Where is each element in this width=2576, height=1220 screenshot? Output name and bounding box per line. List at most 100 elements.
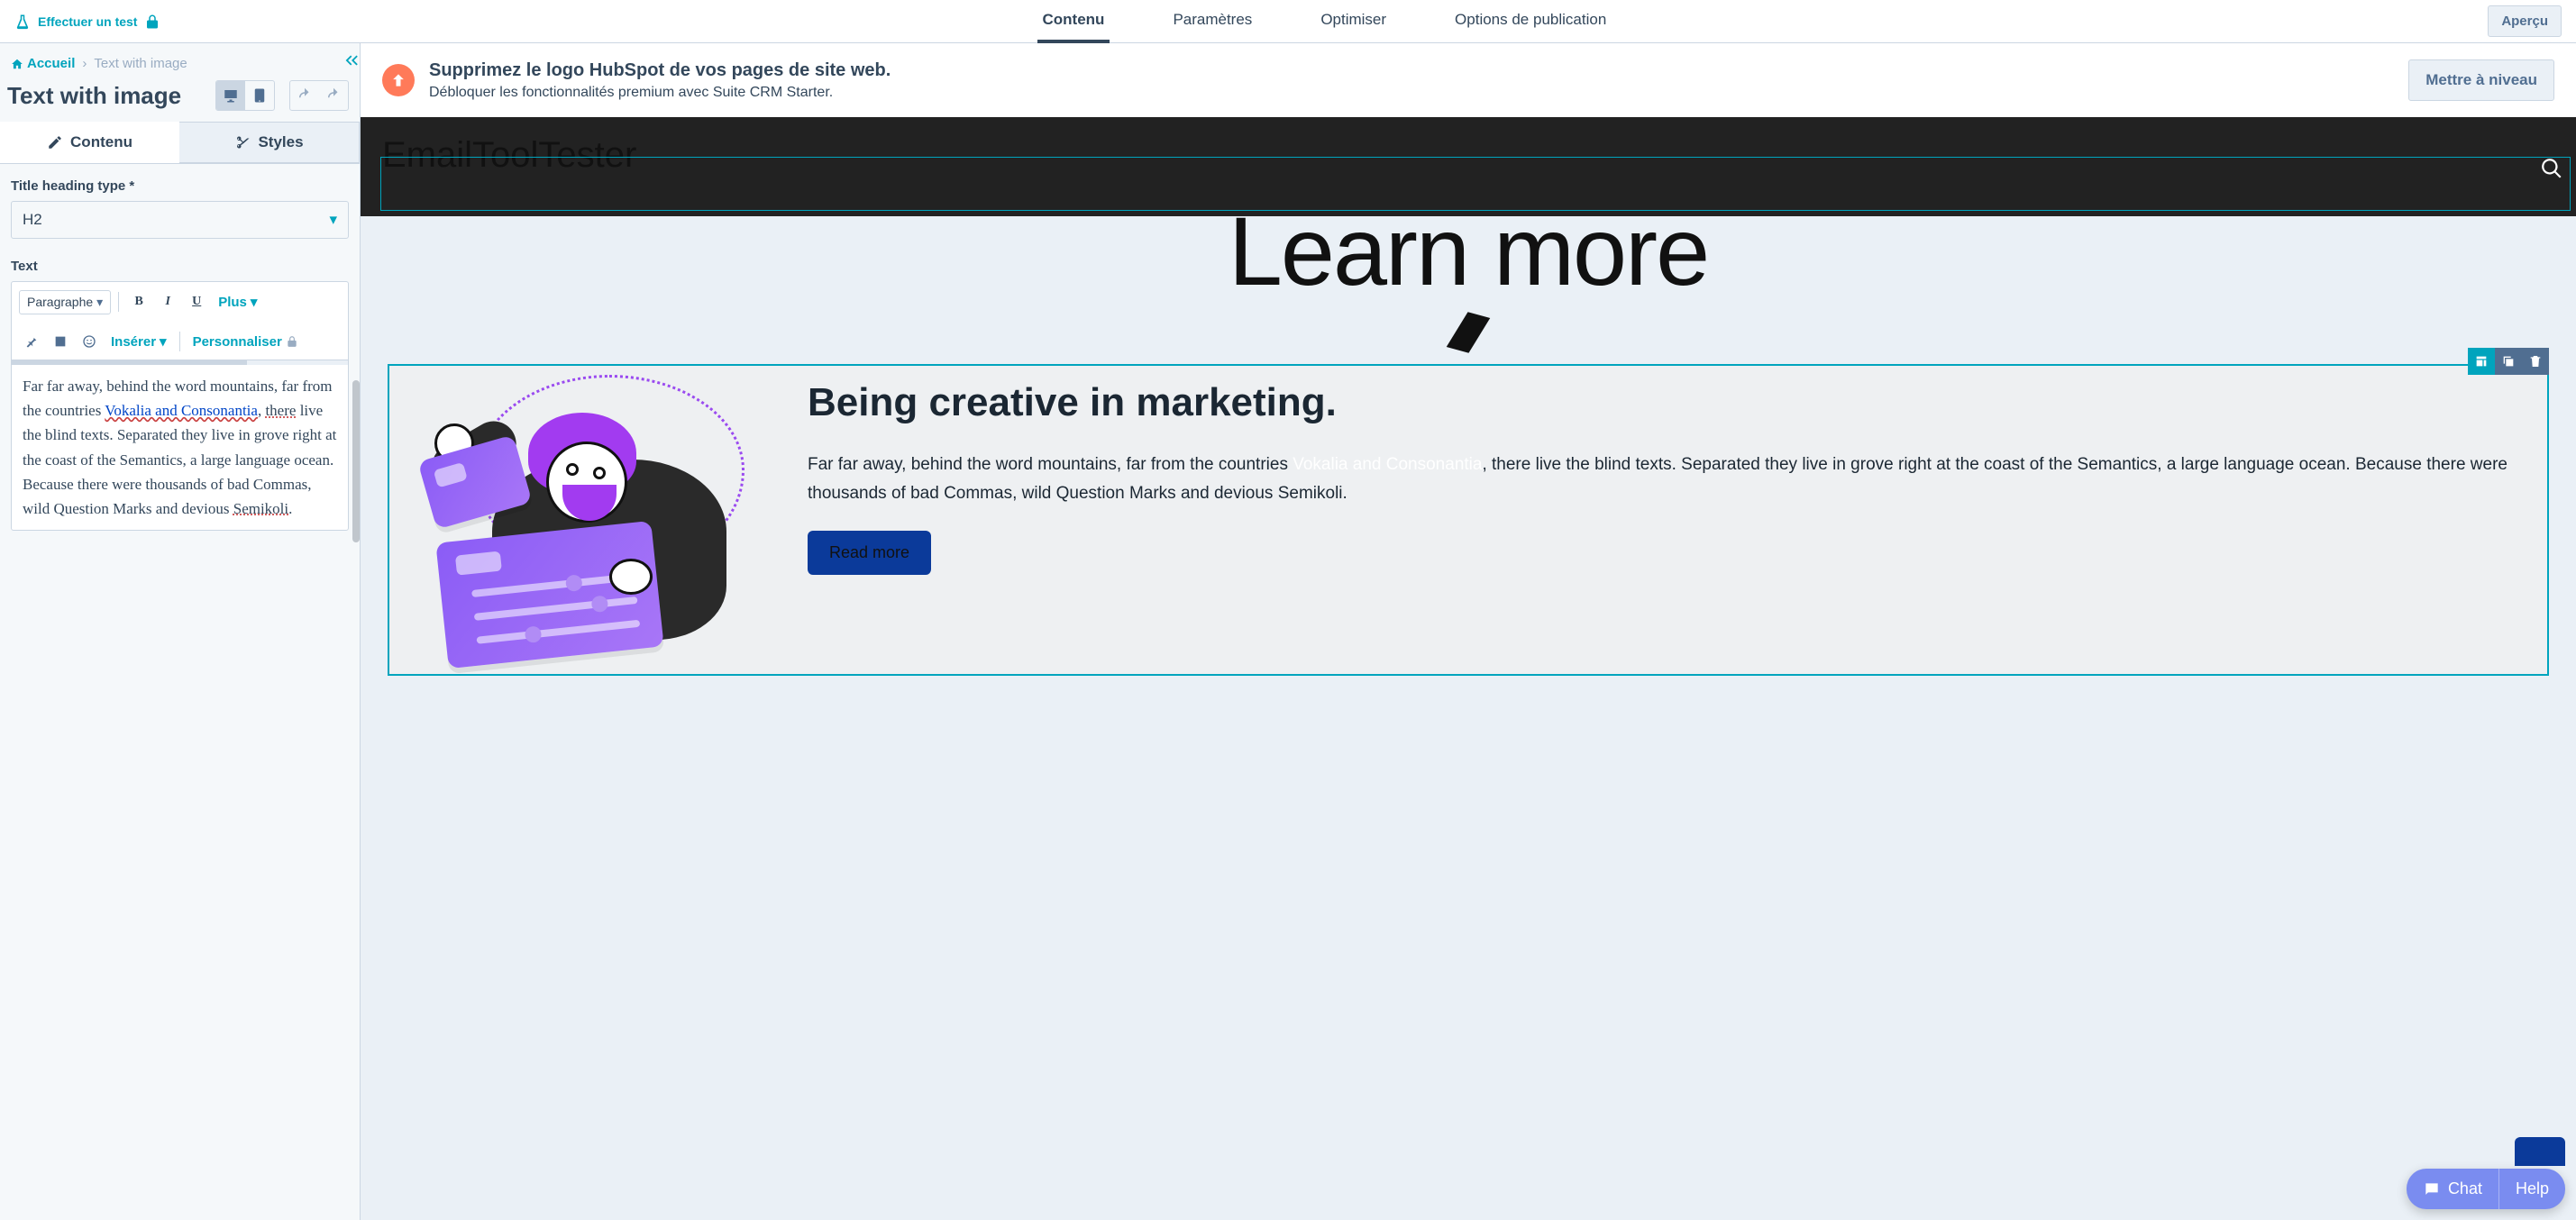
chat-label: Chat	[2448, 1179, 2482, 1198]
heading-type-select[interactable]: H2 ▾	[11, 201, 349, 239]
edit-icon	[2474, 354, 2489, 369]
undo-button[interactable]	[290, 81, 319, 110]
heading-type-label: Title heading type *	[11, 178, 349, 194]
page-preview[interactable]: EmailToolTester Learn more	[361, 117, 2576, 1220]
device-desktop[interactable]	[216, 81, 245, 110]
preview-hero: Learn more	[361, 195, 2576, 353]
emoji-icon	[82, 334, 96, 349]
help-chat-widget: Chat Help	[2407, 1169, 2565, 1209]
pin-icon	[24, 334, 39, 349]
hero-slash-decor	[1447, 312, 1491, 353]
rte-content[interactable]: Far far away, behind the word mountains,…	[12, 365, 348, 530]
editor-top-nav: Contenu Paramètres Optimiser Options de …	[160, 0, 2488, 43]
rte-spellcheck-word: there	[265, 402, 296, 419]
tab-styles[interactable]: Styles	[179, 122, 360, 163]
panel-vertical-scrollbar[interactable]	[352, 380, 360, 542]
nav-settings[interactable]: Paramètres	[1167, 0, 1257, 43]
rte-more[interactable]: Plus ▾	[213, 294, 262, 310]
chat-icon	[2423, 1180, 2441, 1198]
module-heading: Being creative in marketing.	[808, 380, 2531, 425]
nav-content[interactable]: Contenu	[1037, 0, 1110, 43]
module-clone-button[interactable]	[2495, 348, 2522, 375]
rte-more-label: Plus	[218, 295, 247, 310]
module-floating-toolbar	[2468, 348, 2549, 375]
preview-search-button[interactable]	[2540, 157, 2563, 183]
module-delete-button[interactable]	[2522, 348, 2549, 375]
help-label: Help	[2516, 1179, 2549, 1198]
upgrade-icon-badge	[382, 64, 415, 96]
module-cta-button[interactable]: Read more	[808, 531, 931, 575]
preview-brand: EmailToolTester	[382, 135, 2554, 176]
upgrade-banner: Supprimez le logo HubSpot de vos pages d…	[361, 43, 2576, 117]
panel-tabs: Contenu Styles	[0, 122, 360, 163]
arrow-up-icon	[389, 71, 407, 89]
trash-icon	[2528, 354, 2543, 369]
rte-block-selector[interactable]: Paragraphe▾	[19, 290, 111, 314]
rte-link-text[interactable]: Vokalia and Consonantia	[105, 402, 258, 419]
lock-icon	[144, 14, 160, 30]
rte-spellcheck-word: Semikoli	[233, 500, 288, 517]
upgrade-banner-title: Supprimez le logo HubSpot de vos pages d…	[429, 60, 891, 81]
panel-title-row: Text with image	[0, 75, 360, 122]
preview-button[interactable]: Aperçu	[2488, 5, 2562, 37]
scissors-icon	[234, 134, 251, 150]
module-edit-button[interactable]	[2468, 348, 2495, 375]
illus-eye	[566, 463, 579, 476]
caret-down-icon: ▾	[160, 333, 167, 350]
overflow-module-stub	[2515, 1137, 2565, 1166]
illus-large-panel	[435, 521, 663, 669]
rte-attach[interactable]	[19, 329, 44, 354]
image-icon	[53, 334, 68, 349]
nav-optimize[interactable]: Optimiser	[1315, 0, 1392, 43]
undo-icon	[297, 87, 313, 104]
rte-bold[interactable]: B	[126, 289, 151, 314]
caret-down-icon: ▾	[96, 295, 103, 310]
breadcrumb-home[interactable]: Accueil	[11, 56, 75, 71]
rte-underline[interactable]: U	[184, 289, 209, 314]
module-side-panel: Accueil › Text with image Text with imag…	[0, 43, 361, 1220]
pencil-icon	[47, 134, 63, 150]
module-body-text: Far far away, behind the word mountains,…	[808, 455, 1293, 474]
rte-emoji[interactable]	[77, 329, 102, 354]
text-field-label: Text	[11, 259, 349, 274]
divider	[179, 332, 180, 351]
rte-text: .	[288, 500, 292, 517]
heading-type-value: H2	[23, 211, 42, 229]
upgrade-banner-text: Supprimez le logo HubSpot de vos pages d…	[429, 60, 891, 101]
module-text-column: Being creative in marketing. Far far awa…	[808, 369, 2531, 658]
tab-styles-label: Styles	[258, 133, 303, 151]
redo-button[interactable]	[319, 81, 348, 110]
selected-module[interactable]: Being creative in marketing. Far far awa…	[388, 364, 2549, 676]
main-area: Supprimez le logo HubSpot de vos pages d…	[361, 43, 2576, 1220]
rte-italic[interactable]: I	[155, 289, 180, 314]
breadcrumb-home-label: Accueil	[27, 56, 75, 71]
rte-block-selector-label: Paragraphe	[27, 295, 93, 309]
clone-icon	[2501, 354, 2516, 369]
illus-hand	[609, 559, 653, 595]
caret-down-icon: ▾	[251, 294, 258, 310]
rte-personalize[interactable]: Personnaliser	[187, 334, 304, 350]
rte-image[interactable]	[48, 329, 73, 354]
undo-redo-group	[289, 80, 349, 111]
rte-personalize-label: Personnaliser	[193, 334, 282, 350]
rte-insert[interactable]: Insérer▾	[105, 333, 172, 350]
chat-button[interactable]: Chat	[2407, 1169, 2498, 1209]
breadcrumb: Accueil › Text with image	[0, 43, 360, 75]
divider	[118, 292, 119, 312]
lock-icon	[286, 335, 298, 348]
mobile-icon	[251, 87, 268, 104]
rte-horizontal-scrollbar[interactable]	[12, 360, 348, 365]
chevrons-left-icon	[342, 50, 361, 70]
desktop-icon	[223, 87, 239, 104]
rte-toolbar: Paragraphe▾ B I U Plus▾ Insérer▾ Personn…	[12, 282, 348, 360]
collapse-panel-button[interactable]	[342, 50, 361, 73]
preview-header: EmailToolTester	[361, 117, 2576, 216]
tab-content[interactable]: Contenu	[0, 122, 179, 163]
upgrade-button[interactable]: Mettre à niveau	[2408, 59, 2554, 101]
device-mobile[interactable]	[245, 81, 274, 110]
help-button[interactable]: Help	[2498, 1169, 2565, 1209]
module-body-highlight: Vokalia and Consonantia	[1293, 455, 1482, 474]
run-test-link[interactable]: Effectuer un test	[14, 14, 160, 30]
module-form: Title heading type * H2 ▾ Text Paragraph…	[0, 163, 360, 1220]
nav-publish-options[interactable]: Options de publication	[1449, 0, 1612, 43]
